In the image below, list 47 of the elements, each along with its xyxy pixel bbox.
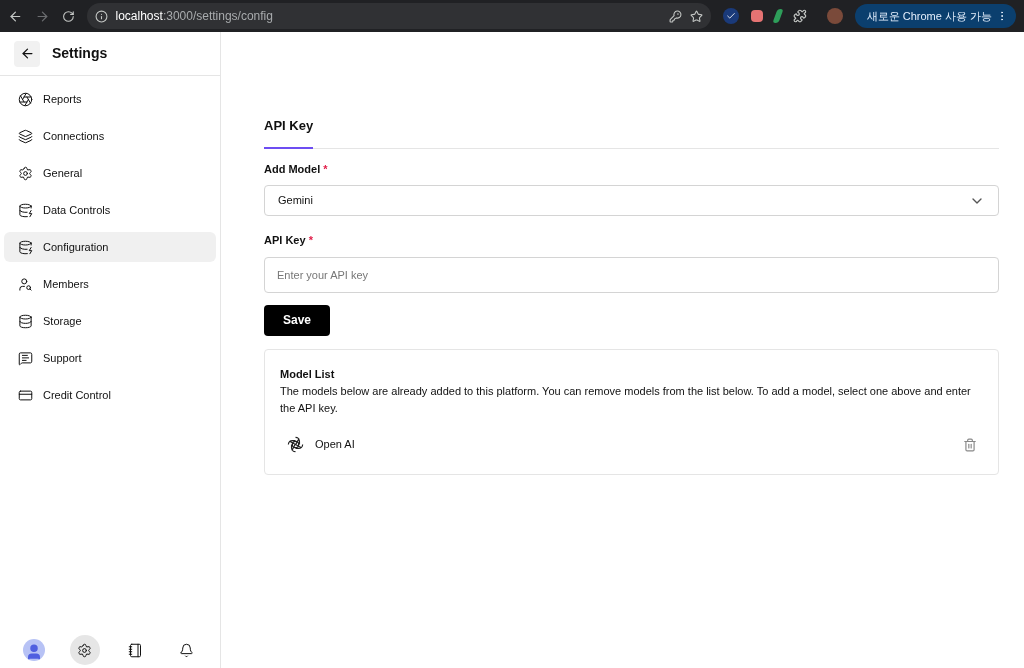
gear-icon: [77, 642, 92, 658]
leaf-icon[interactable]: [772, 9, 784, 23]
field-label: API Key *: [264, 233, 314, 248]
gear-icon: [18, 165, 33, 181]
aperture-icon: [18, 91, 33, 107]
card-title: Model List: [280, 366, 336, 382]
info-icon: [94, 9, 108, 23]
knot-icon: [286, 435, 305, 454]
check-icon[interactable]: [723, 8, 740, 24]
sidebar-item[interactable]: General: [4, 158, 216, 188]
database-gear-icon: [18, 239, 33, 255]
sidebar-item[interactable]: Credit Control: [4, 380, 216, 410]
url-text: localhost:3000/settings/config: [115, 8, 274, 25]
sidebar-item[interactable]: Members: [4, 269, 216, 299]
puzzle-icon[interactable]: [793, 9, 807, 23]
card-description: The models below are already added to this platform. You can remove models from the list below. To add a model, select one above and enter the API key.: [280, 384, 972, 416]
back-button[interactable]: [14, 40, 40, 67]
notebook-icon: [128, 642, 143, 658]
avatar-icon: [22, 639, 45, 661]
trash-icon[interactable]: [963, 437, 977, 452]
sidebar-item[interactable]: Configuration: [4, 232, 216, 262]
database-gear-icon: [18, 202, 33, 218]
address-bar[interactable]: localhost:3000/settings/config: [86, 3, 712, 29]
nav-button[interactable]: [69, 635, 100, 665]
sidebar-item[interactable]: Support: [4, 343, 216, 373]
bell-icon: [179, 642, 194, 658]
sidebar-item[interactable]: Connections: [4, 121, 216, 151]
api-key-field[interactable]: Enter your API key: [264, 256, 999, 293]
chat-icon: [18, 350, 33, 366]
reload-icon[interactable]: [61, 9, 75, 23]
field-label: Add Model *: [264, 161, 329, 177]
model-select[interactable]: Gemini: [264, 185, 999, 216]
extension-icon[interactable]: [751, 10, 764, 22]
save-button[interactable]: Save: [264, 304, 331, 336]
card-icon: [18, 387, 33, 403]
chrome-update-button[interactable]: 새로운 Chrome 사용 가능: [854, 4, 1016, 28]
tab[interactable]: API Key: [264, 116, 314, 149]
sidebar-title: Settings: [52, 44, 108, 63]
layers-icon: [18, 128, 33, 144]
sidebar-item[interactable]: Storage: [4, 306, 216, 336]
sidebar-item[interactable]: Data Controls: [4, 195, 216, 225]
model-name: Open AI: [315, 437, 356, 453]
key-icon[interactable]: [669, 9, 683, 23]
sidebar-item[interactable]: Reports: [4, 84, 216, 114]
people-icon: [18, 276, 33, 292]
database-icon: [18, 313, 33, 329]
star-icon[interactable]: [690, 9, 704, 23]
